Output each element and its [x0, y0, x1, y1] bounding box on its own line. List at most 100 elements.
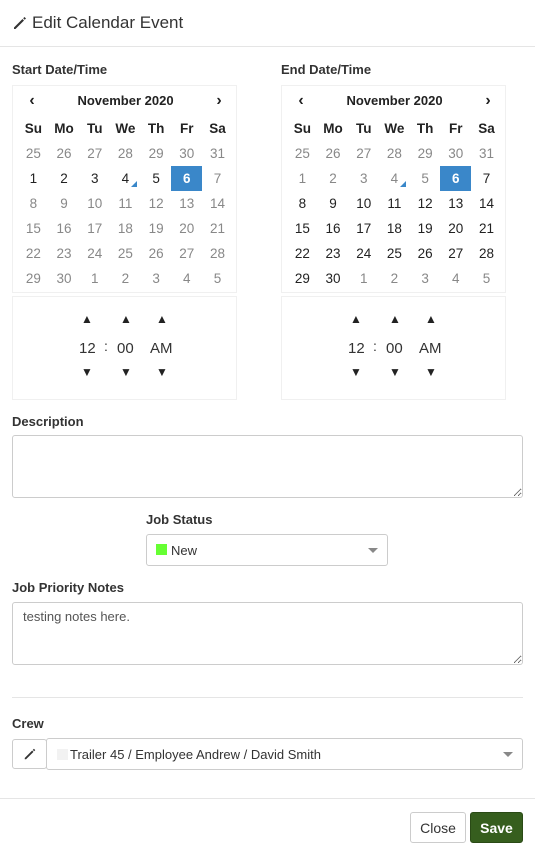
calendar-day[interactable]: 24: [348, 241, 379, 266]
calendar-day[interactable]: 28: [110, 141, 141, 166]
calendar-day[interactable]: 31: [202, 141, 233, 166]
calendar-day[interactable]: 2: [318, 166, 349, 191]
calendar-day[interactable]: 18: [110, 216, 141, 241]
calendar-day[interactable]: 30: [49, 266, 80, 291]
start-hour-value[interactable]: 12: [79, 340, 96, 357]
end-month-title[interactable]: November 2020: [312, 90, 477, 112]
calendar-day[interactable]: 3: [79, 166, 110, 191]
calendar-day[interactable]: 3: [141, 266, 172, 291]
end-period-down-icon[interactable]: ▼: [425, 365, 437, 379]
calendar-day[interactable]: 1: [287, 166, 318, 191]
calendar-day[interactable]: 18: [379, 216, 410, 241]
calendar-day[interactable]: 27: [440, 241, 471, 266]
calendar-day[interactable]: 30: [171, 141, 202, 166]
job-status-select[interactable]: New: [146, 534, 388, 566]
calendar-day[interactable]: 23: [318, 241, 349, 266]
calendar-day[interactable]: 25: [379, 241, 410, 266]
calendar-day[interactable]: 30: [440, 141, 471, 166]
calendar-day[interactable]: 11: [379, 191, 410, 216]
calendar-day[interactable]: 3: [410, 266, 441, 291]
calendar-day[interactable]: 12: [410, 191, 441, 216]
calendar-day[interactable]: 2: [49, 166, 80, 191]
end-minute-up-icon[interactable]: ▲: [389, 312, 401, 326]
calendar-day[interactable]: 14: [471, 191, 502, 216]
calendar-day[interactable]: 5: [471, 266, 502, 291]
calendar-day[interactable]: 20: [171, 216, 202, 241]
save-button[interactable]: Save: [470, 812, 523, 843]
calendar-day[interactable]: 4: [440, 266, 471, 291]
calendar-day[interactable]: 5: [141, 166, 172, 191]
calendar-day-today[interactable]: 4: [110, 166, 141, 191]
calendar-day[interactable]: 9: [49, 191, 80, 216]
calendar-day[interactable]: 25: [110, 241, 141, 266]
calendar-day[interactable]: 25: [287, 141, 318, 166]
calendar-day[interactable]: 14: [202, 191, 233, 216]
end-hour-up-icon[interactable]: ▲: [350, 312, 362, 326]
calendar-day[interactable]: 10: [79, 191, 110, 216]
start-hour-up-icon[interactable]: ▲: [81, 312, 93, 326]
calendar-day[interactable]: 16: [49, 216, 80, 241]
calendar-day[interactable]: 26: [410, 241, 441, 266]
description-textarea[interactable]: [12, 435, 523, 498]
calendar-day[interactable]: 12: [141, 191, 172, 216]
crew-select[interactable]: Trailer 45 / Employee Andrew / David Smi…: [46, 738, 523, 770]
start-minute-value[interactable]: 00: [117, 340, 134, 357]
calendar-day[interactable]: 29: [141, 141, 172, 166]
calendar-day[interactable]: 2: [110, 266, 141, 291]
calendar-day[interactable]: 15: [18, 216, 49, 241]
calendar-day[interactable]: 1: [348, 266, 379, 291]
calendar-day[interactable]: 7: [202, 166, 233, 191]
calendar-day[interactable]: 22: [18, 241, 49, 266]
calendar-day[interactable]: 21: [471, 216, 502, 241]
calendar-day[interactable]: 13: [440, 191, 471, 216]
calendar-day[interactable]: 28: [379, 141, 410, 166]
calendar-day[interactable]: 29: [18, 266, 49, 291]
calendar-day[interactable]: 8: [18, 191, 49, 216]
calendar-day[interactable]: 21: [202, 216, 233, 241]
calendar-day[interactable]: 5: [410, 166, 441, 191]
end-next-month-button[interactable]: ›: [473, 90, 503, 112]
end-minute-down-icon[interactable]: ▼: [389, 365, 401, 379]
end-hour-down-icon[interactable]: ▼: [350, 365, 362, 379]
calendar-day[interactable]: 19: [410, 216, 441, 241]
calendar-day[interactable]: 7: [471, 166, 502, 191]
start-minute-down-icon[interactable]: ▼: [120, 365, 132, 379]
calendar-day[interactable]: 4: [171, 266, 202, 291]
end-period-value[interactable]: AM: [419, 340, 442, 357]
calendar-day-selected[interactable]: 6: [171, 166, 203, 191]
calendar-day[interactable]: 11: [110, 191, 141, 216]
start-month-title[interactable]: November 2020: [43, 90, 208, 112]
calendar-day[interactable]: 27: [79, 141, 110, 166]
calendar-day[interactable]: 31: [471, 141, 502, 166]
calendar-day[interactable]: 17: [348, 216, 379, 241]
calendar-day[interactable]: 26: [141, 241, 172, 266]
edit-crew-button[interactable]: [12, 739, 47, 769]
start-period-up-icon[interactable]: ▲: [156, 312, 168, 326]
calendar-day[interactable]: 26: [49, 141, 80, 166]
calendar-day[interactable]: 2: [379, 266, 410, 291]
calendar-day[interactable]: 28: [471, 241, 502, 266]
end-hour-value[interactable]: 12: [348, 340, 365, 357]
end-period-up-icon[interactable]: ▲: [425, 312, 437, 326]
calendar-day[interactable]: 27: [171, 241, 202, 266]
job-priority-notes-textarea[interactable]: testing notes here.: [12, 602, 523, 665]
calendar-day-today[interactable]: 4: [379, 166, 410, 191]
calendar-day[interactable]: 10: [348, 191, 379, 216]
calendar-day[interactable]: 26: [318, 141, 349, 166]
calendar-day[interactable]: 25: [18, 141, 49, 166]
calendar-day[interactable]: 1: [79, 266, 110, 291]
calendar-day[interactable]: 24: [79, 241, 110, 266]
calendar-day[interactable]: 16: [318, 216, 349, 241]
start-period-down-icon[interactable]: ▼: [156, 365, 168, 379]
start-next-month-button[interactable]: ›: [204, 90, 234, 112]
start-period-value[interactable]: AM: [150, 340, 173, 357]
end-minute-value[interactable]: 00: [386, 340, 403, 357]
calendar-day[interactable]: 15: [287, 216, 318, 241]
start-hour-down-icon[interactable]: ▼: [81, 365, 93, 379]
calendar-day[interactable]: 9: [318, 191, 349, 216]
start-minute-up-icon[interactable]: ▲: [120, 312, 132, 326]
calendar-day[interactable]: 23: [49, 241, 80, 266]
calendar-day[interactable]: 27: [348, 141, 379, 166]
calendar-day-selected[interactable]: 6: [440, 166, 472, 191]
calendar-day[interactable]: 5: [202, 266, 233, 291]
